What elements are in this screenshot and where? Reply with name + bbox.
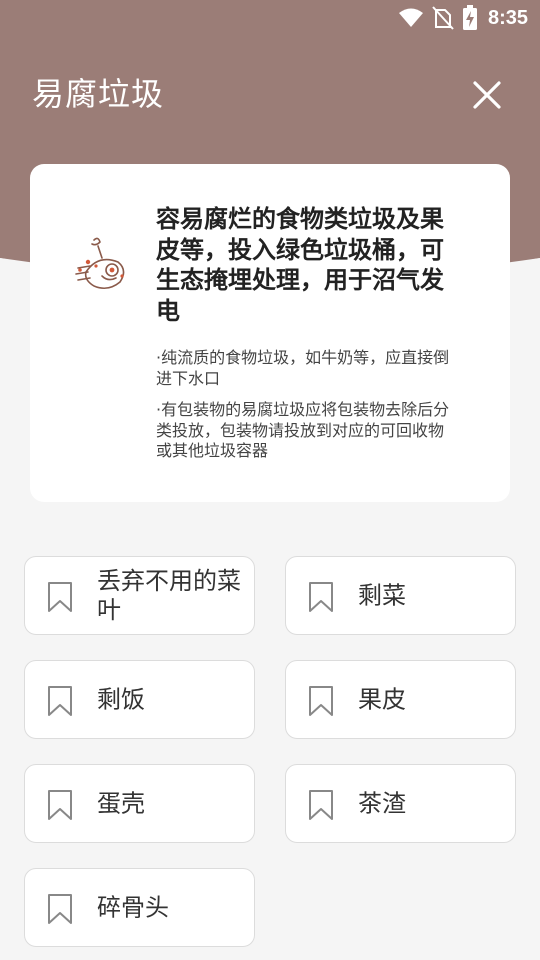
info-headline: 容易腐烂的食物类垃圾及果皮等，投入绿色垃圾桶，可生态掩埋处理，用于沼气发电 <box>156 205 444 325</box>
status-bar: 8:35 <box>0 0 540 36</box>
item-bone-fragments[interactable]: 碎骨头 <box>24 868 255 947</box>
info-note-packaging: ·有包装物的易腐垃圾应将包装物去除后分类投放，包装物请投放到对应的可回收物或其他… <box>156 400 450 460</box>
bookmark-icon <box>309 686 333 716</box>
item-label: 剩饭 <box>97 685 145 713</box>
item-fruit-peel[interactable]: 果皮 <box>285 660 516 739</box>
close-icon <box>473 81 501 109</box>
item-vegetable-leaves[interactable]: 丢弃不用的菜叶 <box>24 556 255 635</box>
item-eggshell[interactable]: 蛋壳 <box>24 764 255 843</box>
bookmark-icon <box>48 790 72 820</box>
item-label: 碎骨头 <box>97 893 169 921</box>
item-label: 剩菜 <box>358 581 406 609</box>
info-note-liquid: ·纯流质的食物垃圾，如牛奶等，应直接倒进下水口 <box>156 348 450 388</box>
item-tea-residue[interactable]: 茶渣 <box>285 764 516 843</box>
status-icons: 8:35 <box>398 4 528 32</box>
info-card: 容易腐烂的食物类垃圾及果皮等，投入绿色垃圾桶，可生态掩埋处理，用于沼气发电 ·纯… <box>30 164 510 502</box>
page-title: 易腐垃圾 <box>32 75 165 113</box>
battery-charging-icon <box>462 5 477 30</box>
bookmark-icon <box>48 894 72 924</box>
item-leftover-dishes[interactable]: 剩菜 <box>285 556 516 635</box>
item-label: 茶渣 <box>358 789 406 817</box>
bookmark-icon <box>48 582 72 612</box>
close-button[interactable] <box>466 74 508 116</box>
item-label: 果皮 <box>358 685 406 713</box>
no-sim-icon <box>432 6 454 30</box>
status-time: 8:35 <box>487 7 528 29</box>
bookmark-icon <box>309 582 333 612</box>
item-label: 丢弃不用的菜叶 <box>97 566 241 624</box>
item-label: 蛋壳 <box>97 789 145 817</box>
bookmark-icon <box>309 790 333 820</box>
wifi-icon <box>398 8 423 27</box>
food-waste-icon <box>75 237 125 290</box>
bookmark-icon <box>48 686 72 716</box>
item-leftover-rice[interactable]: 剩饭 <box>24 660 255 739</box>
